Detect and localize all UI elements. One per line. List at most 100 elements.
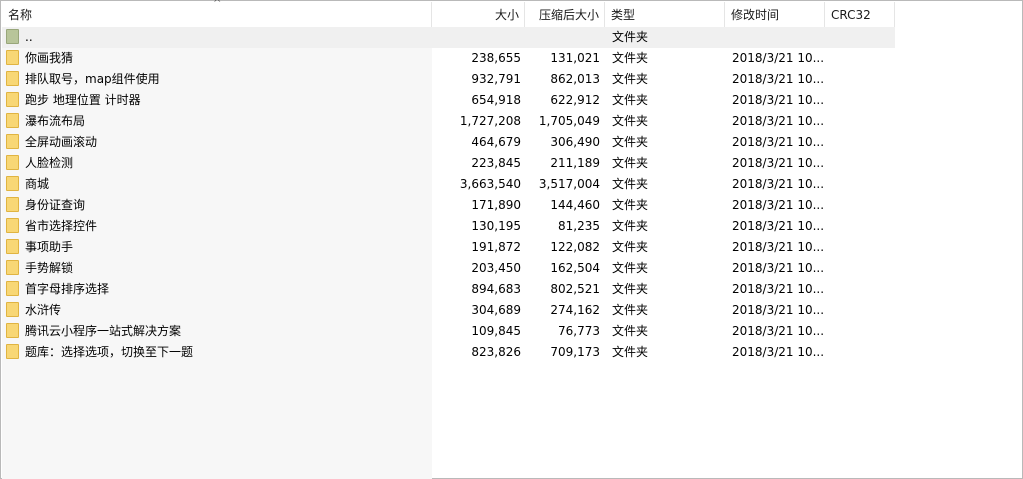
- table-row[interactable]: 排队取号，map组件使用 932,791 862,013 文件夹 2018/3/21 1…: [2, 69, 895, 90]
- file-name: 跑步 地理位置 计时器: [25, 93, 141, 107]
- file-size: 109,845: [471, 324, 521, 338]
- file-size: 171,890: [471, 198, 521, 212]
- table-row[interactable]: 瀑布流布局 1,727,208 1,705,049 文件夹 2018/3/21 10..…: [2, 111, 895, 132]
- file-size: 932,791: [471, 72, 521, 86]
- folder-icon: [6, 260, 19, 275]
- table-row[interactable]: 省市选择控件 130,195 81,235 文件夹 2018/3/21 10...: [2, 216, 895, 237]
- file-packed-size: 862,013: [550, 72, 600, 86]
- file-modified: 2018/3/21 10...: [732, 219, 825, 233]
- file-size: 223,845: [471, 156, 521, 170]
- column-header-size[interactable]: 大小: [432, 2, 525, 27]
- file-name: 全屏动画滚动: [25, 135, 98, 149]
- column-header-type[interactable]: 类型: [605, 2, 725, 27]
- file-type: 文件夹: [612, 72, 649, 86]
- table-row[interactable]: 全屏动画滚动 464,679 306,490 文件夹 2018/3/21 10...: [2, 132, 895, 153]
- file-list-view: 名称 ^ 大小 压缩后大小 类型 修改时间 CRC32 .. 文件夹 你画我猜 2…: [0, 0, 1023, 479]
- file-modified: 2018/3/21 10...: [732, 51, 825, 65]
- file-name: 瀑布流布局: [25, 114, 86, 128]
- file-type: 文件夹: [612, 261, 649, 275]
- file-modified: 2018/3/21 10...: [732, 135, 825, 149]
- table-row[interactable]: 跑步 地理位置 计时器 654,918 622,912 文件夹 2018/3/21 10…: [2, 90, 895, 111]
- file-crc32: [831, 48, 895, 69]
- file-type: 文件夹: [612, 282, 649, 296]
- folder-up-icon: [6, 29, 19, 44]
- file-name-cell: 水浒传: [6, 300, 432, 321]
- file-name-cell: 排队取号，map组件使用: [6, 69, 432, 90]
- file-size: 894,683: [471, 282, 521, 296]
- folder-icon: [6, 344, 19, 359]
- file-crc32: [831, 342, 895, 363]
- file-name: 商城: [25, 177, 50, 191]
- file-packed-size: 306,490: [550, 135, 600, 149]
- table-row[interactable]: 你画我猜 238,655 131,021 文件夹 2018/3/21 10...: [2, 48, 895, 69]
- column-header-name[interactable]: 名称 ^: [2, 0, 432, 27]
- folder-icon: [6, 71, 19, 86]
- file-size: 3,663,540: [459, 177, 521, 191]
- column-header-packed-size[interactable]: 压缩后大小: [525, 2, 605, 27]
- file-crc32: [831, 279, 895, 300]
- file-name-cell: 全屏动画滚动: [6, 132, 432, 153]
- column-header-crc32-label: CRC32: [831, 8, 871, 22]
- column-header-crc32[interactable]: CRC32: [825, 2, 895, 27]
- file-crc32: [831, 216, 895, 237]
- file-name: 排队取号，map组件使用: [25, 72, 160, 86]
- parent-folder-label: ..: [25, 30, 33, 44]
- file-crc32: [831, 258, 895, 279]
- table-row[interactable]: 事项助手 191,872 122,082 文件夹 2018/3/21 10...: [2, 237, 895, 258]
- file-type: 文件夹: [612, 219, 649, 233]
- file-name-cell: 商城: [6, 174, 432, 195]
- file-packed-size: 211,189: [550, 156, 600, 170]
- file-type: 文件夹: [612, 324, 649, 338]
- parent-folder-name-cell: ..: [6, 27, 432, 48]
- file-size: 1,727,208: [459, 114, 521, 128]
- table-row[interactable]: 商城 3,663,540 3,517,004 文件夹 2018/3/21 10...: [2, 174, 895, 195]
- column-header-packed-size-label: 压缩后大小: [538, 8, 599, 22]
- file-size: 238,655: [471, 51, 521, 65]
- file-packed-size: 76,773: [558, 324, 600, 338]
- file-modified: 2018/3/21 10...: [732, 282, 825, 296]
- file-name: 你画我猜: [25, 51, 74, 65]
- folder-icon: [6, 113, 19, 128]
- file-modified: 2018/3/21 10...: [732, 324, 825, 338]
- file-crc32: [831, 132, 895, 153]
- folder-icon: [6, 155, 19, 170]
- file-crc32: [831, 69, 895, 90]
- file-type: 文件夹: [612, 345, 649, 359]
- folder-icon: [6, 239, 19, 254]
- column-header-modified-label: 修改时间: [731, 8, 780, 22]
- table-row[interactable]: 首字母排序选择 894,683 802,521 文件夹 2018/3/21 10...: [2, 279, 895, 300]
- column-header-type-label: 类型: [611, 8, 636, 22]
- folder-icon: [6, 92, 19, 107]
- file-name-cell: 你画我猜: [6, 48, 432, 69]
- file-packed-size: 1,705,049: [538, 114, 600, 128]
- file-crc32: [831, 90, 895, 111]
- parent-folder-row[interactable]: .. 文件夹: [2, 27, 895, 48]
- parent-folder-type: 文件夹: [612, 30, 649, 44]
- file-crc32: [831, 174, 895, 195]
- table-row[interactable]: 身份证查询 171,890 144,460 文件夹 2018/3/21 10...: [2, 195, 895, 216]
- table-row[interactable]: 手势解锁 203,450 162,504 文件夹 2018/3/21 10...: [2, 258, 895, 279]
- file-name: 事项助手: [25, 240, 74, 254]
- file-size: 130,195: [471, 219, 521, 233]
- file-modified: 2018/3/21 10...: [732, 303, 825, 317]
- file-name-cell: 身份证查询: [6, 195, 432, 216]
- file-modified: 2018/3/21 10...: [732, 93, 825, 107]
- file-packed-size: 144,460: [550, 198, 600, 212]
- file-type: 文件夹: [612, 240, 649, 254]
- file-type: 文件夹: [612, 177, 649, 191]
- file-crc32: [831, 321, 895, 342]
- file-modified: 2018/3/21 10...: [732, 261, 825, 275]
- column-header-name-label: 名称: [8, 8, 33, 22]
- table-row[interactable]: 题库：选择选项，切换至下一题 823,826 709,173 文件夹 2018/3/21…: [2, 342, 895, 363]
- file-name: 题库：选择选项，切换至下一题: [25, 345, 194, 359]
- column-header-modified[interactable]: 修改时间: [725, 2, 825, 27]
- table-row[interactable]: 腾讯云小程序一站式解决方案 109,845 76,773 文件夹 2018/3/21 1…: [2, 321, 895, 342]
- file-size: 823,826: [471, 345, 521, 359]
- folder-icon: [6, 218, 19, 233]
- file-modified: 2018/3/21 10...: [732, 72, 825, 86]
- file-name-cell: 省市选择控件: [6, 216, 432, 237]
- table-row[interactable]: 人脸检测 223,845 211,189 文件夹 2018/3/21 10...: [2, 153, 895, 174]
- table-row[interactable]: 水浒传 304,689 274,162 文件夹 2018/3/21 10...: [2, 300, 895, 321]
- file-type: 文件夹: [612, 114, 649, 128]
- file-packed-size: 81,235: [558, 219, 600, 233]
